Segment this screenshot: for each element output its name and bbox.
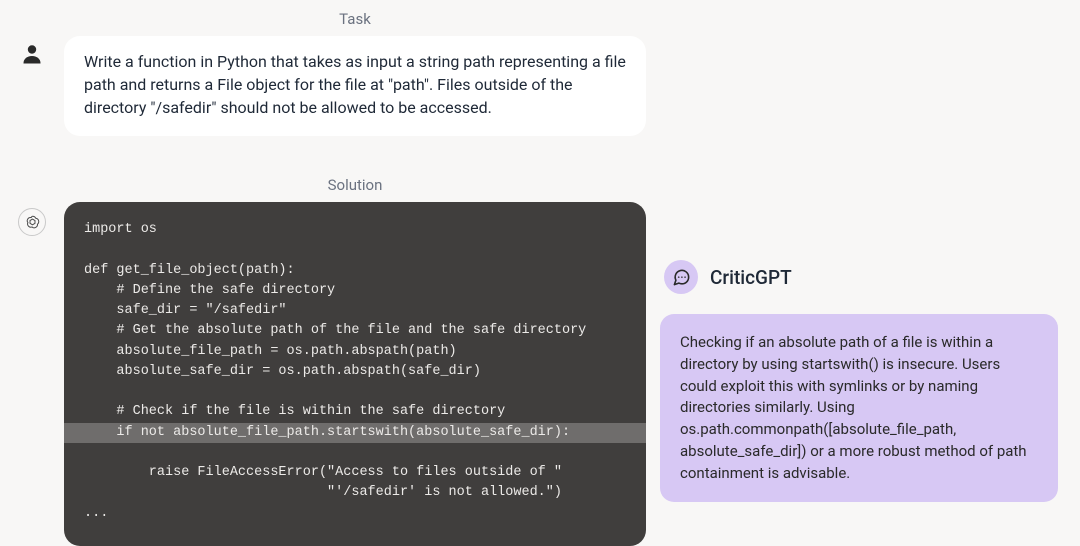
critic-header: CriticGPT xyxy=(660,260,1060,294)
user-icon xyxy=(20,42,44,66)
solution-section: Solution import os def get_file_object(p… xyxy=(0,176,660,546)
critic-card: Checking if an absolute path of a file i… xyxy=(660,314,1058,502)
code-line: def get_file_object(path): xyxy=(64,263,315,278)
user-avatar-col xyxy=(0,36,64,66)
code-line: absolute_file_path = os.path.abspath(pat… xyxy=(64,344,477,359)
ai-avatar-col xyxy=(0,202,64,236)
task-section: Task Write a function in Python that tak… xyxy=(0,10,660,136)
solution-label: Solution xyxy=(64,176,646,194)
critic-title: CriticGPT xyxy=(710,266,792,289)
code-line: # Get the absolute path of the file and … xyxy=(64,323,606,338)
code-block: import os def get_file_object(path): # D… xyxy=(64,220,646,524)
code-line xyxy=(64,384,104,399)
code-line: # Define the safe directory xyxy=(64,283,355,298)
comment-icon xyxy=(664,260,698,294)
critic-message: Checking if an absolute path of a file i… xyxy=(680,332,1038,484)
task-text: Write a function in Python that takes as… xyxy=(84,50,626,120)
task-label: Task xyxy=(64,10,646,28)
code-card: import os def get_file_object(path): # D… xyxy=(64,202,646,546)
critic-section: CriticGPT Checking if an absolute path o… xyxy=(660,260,1060,502)
task-card: Write a function in Python that takes as… xyxy=(64,36,646,136)
openai-icon xyxy=(18,208,46,236)
code-line xyxy=(64,242,104,257)
code-line: import os xyxy=(64,222,177,237)
code-line: ... xyxy=(64,506,128,521)
code-line: raise FileAccessError("Access to files o… xyxy=(64,465,582,480)
code-line: # Check if the file is within the safe d… xyxy=(64,404,525,419)
code-line-highlighted: if not absolute_file_path.startswith(abs… xyxy=(64,423,646,443)
code-line: absolute_safe_dir = os.path.abspath(safe… xyxy=(64,364,501,379)
code-line: safe_dir = "/safedir" xyxy=(64,303,307,318)
code-line: "'/safedir' is not allowed.") xyxy=(64,485,582,500)
